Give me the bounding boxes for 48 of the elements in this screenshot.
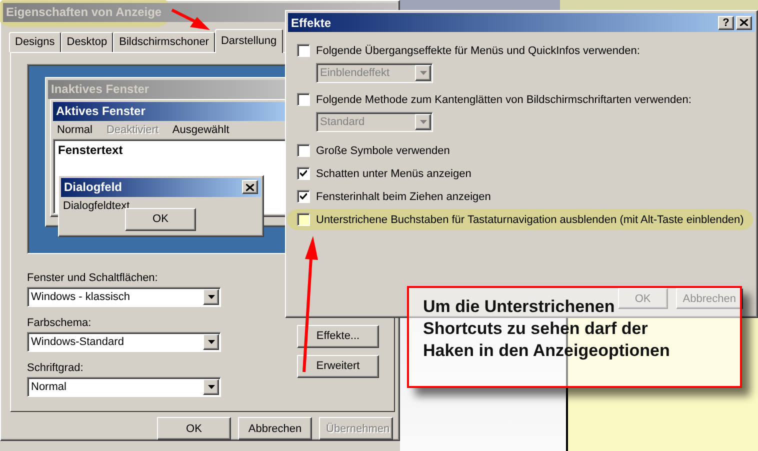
checkbox-label: Folgende Methode zum Kantenglätten von Bildschirmschriftarten verwenden: <box>316 94 692 106</box>
pointer-arrow <box>171 8 210 30</box>
field-label: Fenster und Schaltflächen: <box>27 272 159 284</box>
dropdown-arrow-icon <box>208 384 214 389</box>
field-label: Schriftgrad: <box>27 362 84 374</box>
tab[interactable]: Designs <box>9 32 61 52</box>
close-icon <box>740 19 748 26</box>
tab[interactable]: Desktop <box>60 32 114 52</box>
ok-button[interactable]: OK <box>125 208 196 231</box>
window-title: Dialogfeld <box>64 180 122 194</box>
close-button[interactable] <box>736 16 752 30</box>
checkbox[interactable] <box>297 190 310 203</box>
checkbox[interactable] <box>297 44 310 57</box>
checkbox-label: Folgende Übergangseffekte für Menüs und QuickInfos verwenden: <box>316 44 640 56</box>
help-button[interactable]: ? <box>718 16 734 30</box>
dropdown-arrow-icon <box>420 120 426 124</box>
menu-item[interactable]: Ausgewählt <box>172 124 230 136</box>
checkbox-label: Unterstrichene Buchstaben für Tastaturnavigation ausblenden (mit Alt-Taste einblenden) <box>316 214 744 226</box>
checkbox[interactable] <box>297 93 310 106</box>
dialog-button[interactable]: OK <box>157 417 231 440</box>
close-icon <box>246 184 254 191</box>
dropdown-arrow-icon <box>420 71 426 75</box>
checkbox[interactable] <box>297 213 310 226</box>
window-text: Fenstertext <box>58 142 123 157</box>
window-title: Eigenschaften von Anzeige <box>6 5 162 20</box>
dropdown-arrow-icon <box>208 340 214 344</box>
checkmark-icon <box>300 193 307 200</box>
dialog-button[interactable]: Abbrechen <box>238 417 312 440</box>
dropdown-field[interactable]: Windows - klassisch <box>27 286 221 307</box>
dropdown-arrow-icon <box>208 294 214 299</box>
window-title: Effekte <box>291 16 332 30</box>
dialog-button[interactable]: Effekte... <box>297 324 379 348</box>
window-title: Aktives Fenster <box>56 104 146 118</box>
dropdown-field[interactable]: Windows-Standard <box>27 332 221 352</box>
dropdown-field[interactable]: Normal <box>27 376 221 397</box>
checkbox[interactable] <box>297 144 310 157</box>
menu-item[interactable]: Normal <box>57 124 92 136</box>
checkbox[interactable] <box>297 167 310 180</box>
tab[interactable]: Darstellung <box>214 28 283 53</box>
checkbox-label: Große Symbole verwenden <box>316 144 450 156</box>
close-button[interactable] <box>242 180 258 194</box>
tab[interactable]: Bildschirmschoner <box>113 32 215 52</box>
window-title: Inaktives Fenster <box>51 82 150 96</box>
checkmark-icon <box>300 170 307 177</box>
checkbox-label: Schatten unter Menüs anzeigen <box>316 168 472 180</box>
field-label: Farbschema: <box>27 316 92 329</box>
checkbox-label: Fensterinhalt beim Ziehen anzeigen <box>316 190 491 202</box>
dialog-button[interactable]: Erweitert <box>297 354 379 378</box>
